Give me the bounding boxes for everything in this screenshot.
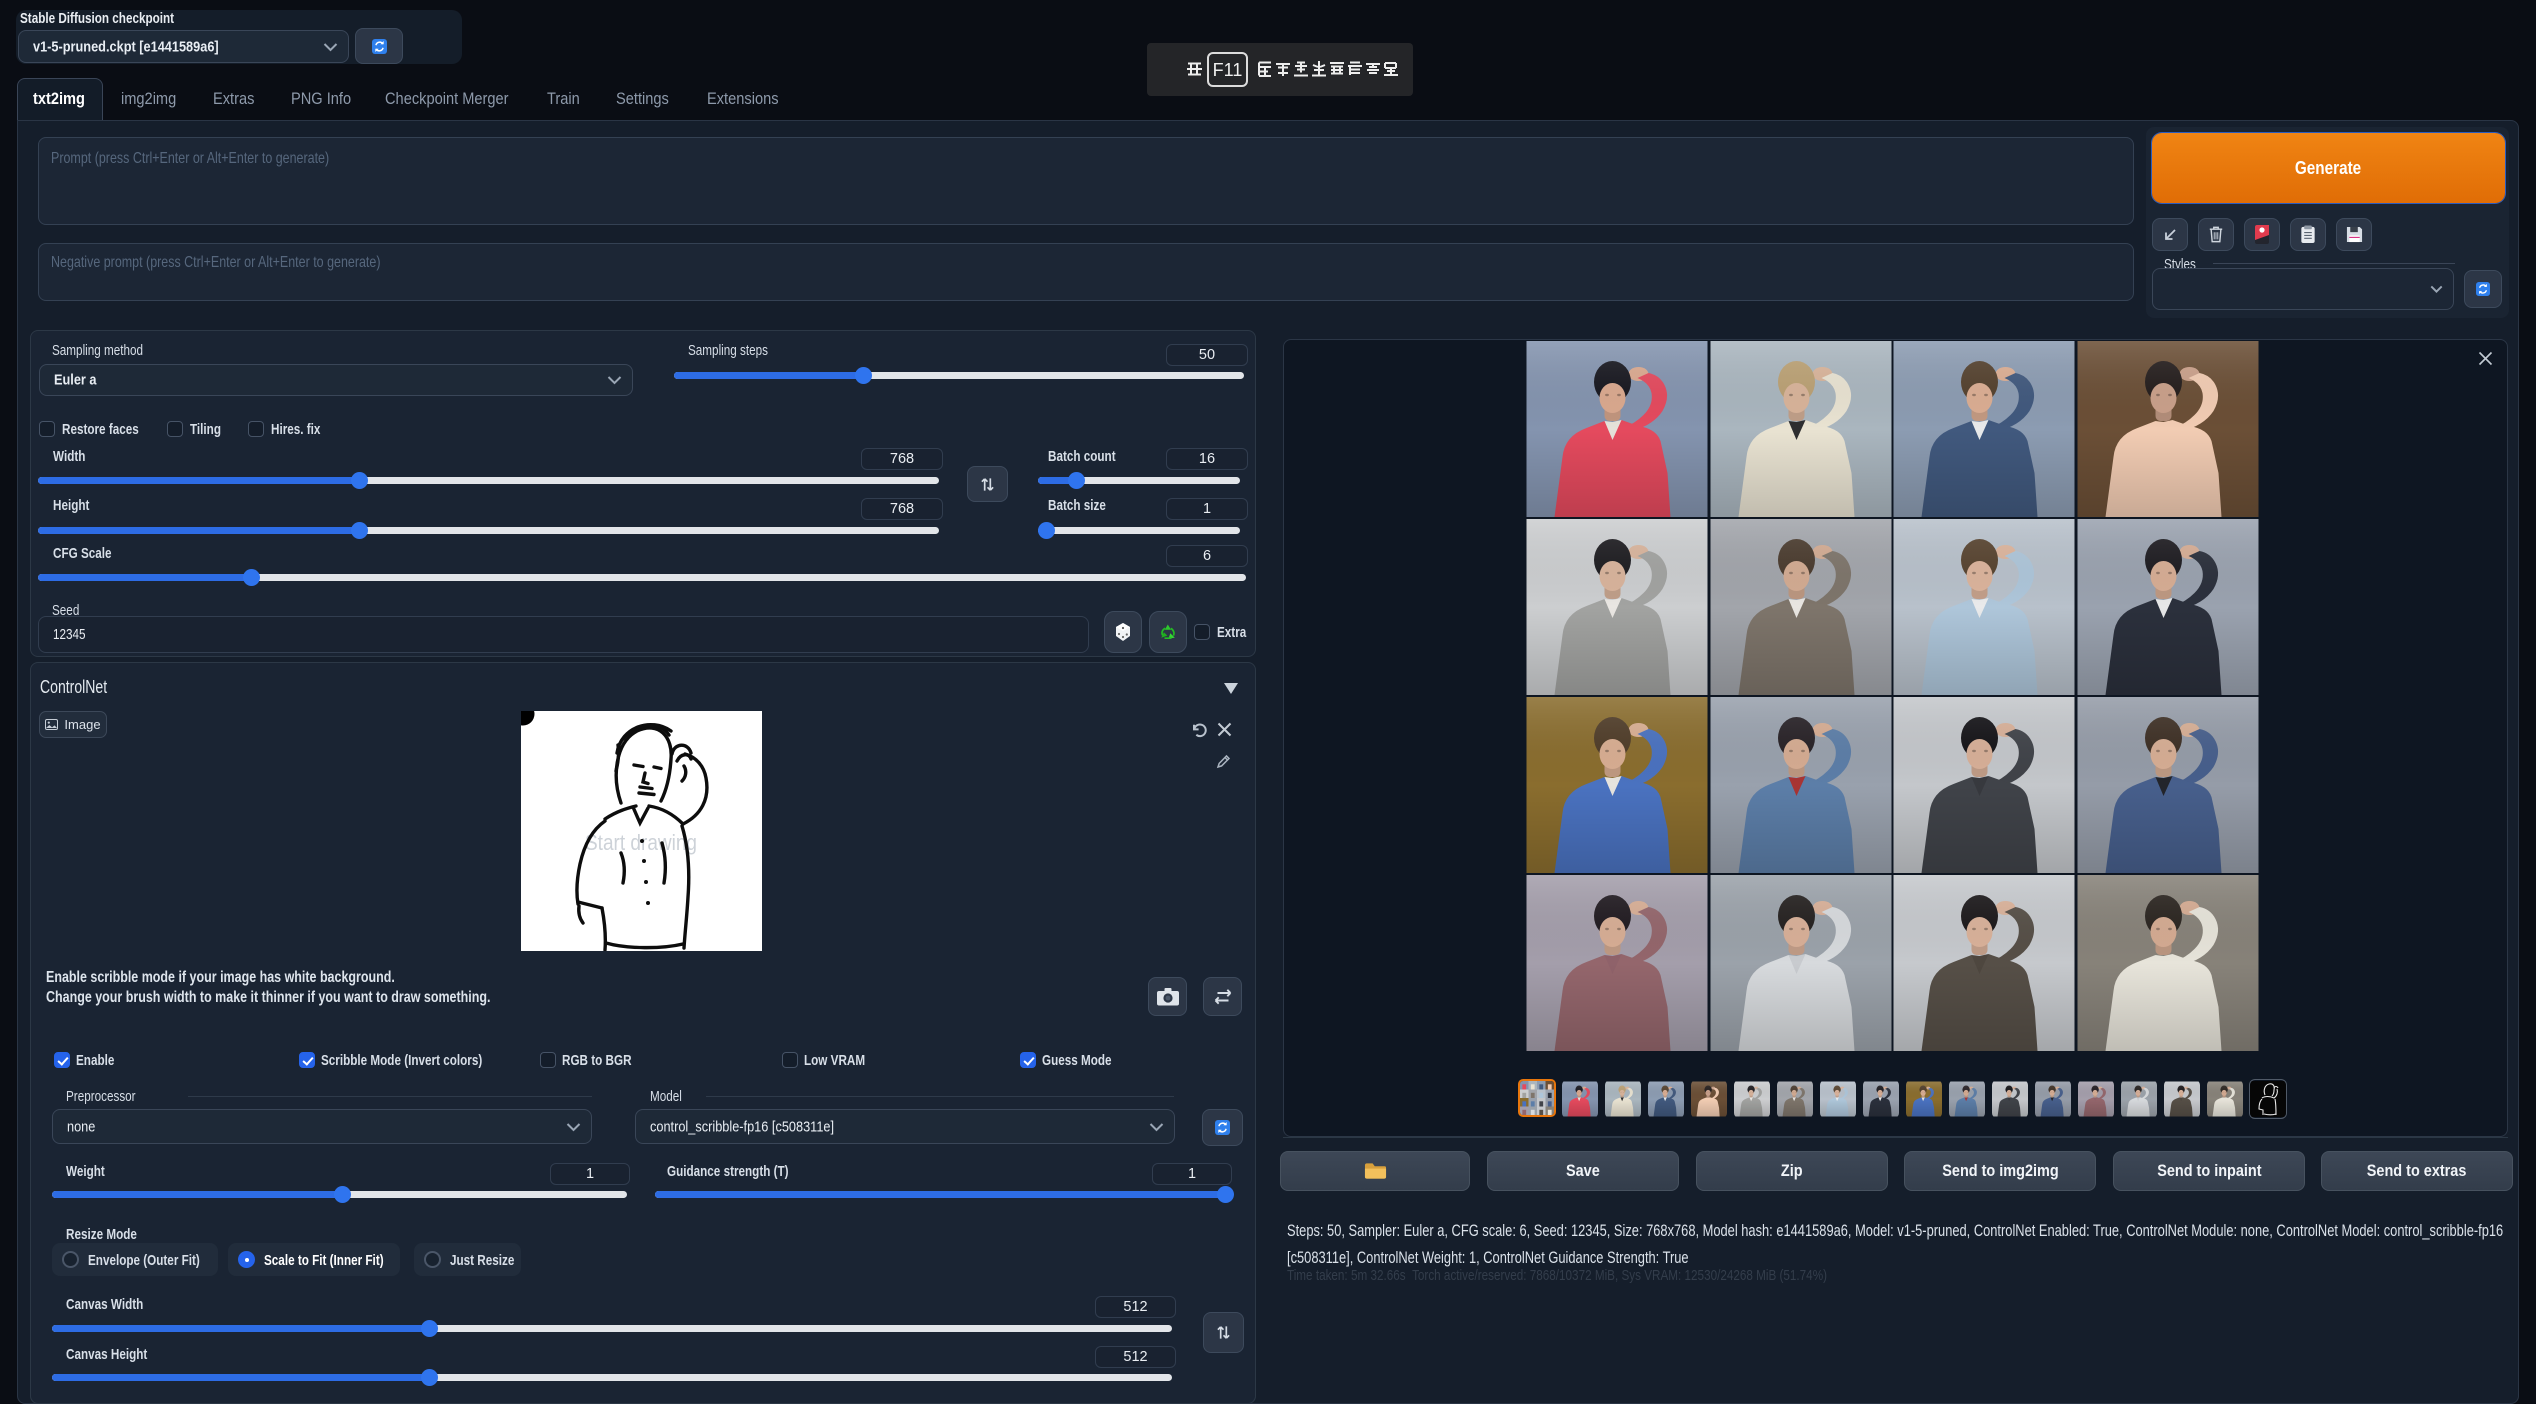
svg-text:F11: F11 — [1213, 60, 1243, 80]
